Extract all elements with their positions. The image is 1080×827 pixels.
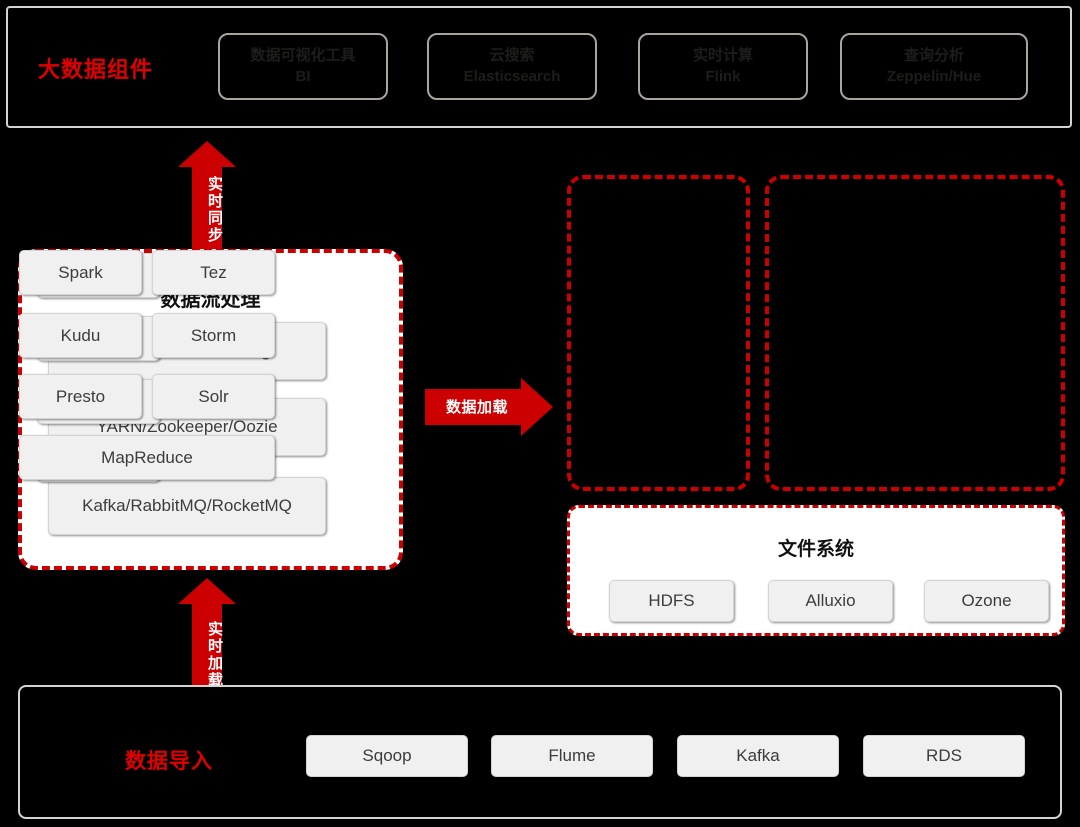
component-chip-subtitle: Flink [705,67,741,85]
filesystem-tile-1[interactable]: HDFS [609,580,734,622]
realtime-sync-arrow-label: 实时同步 [192,167,223,249]
ingestion-tile-1[interactable]: Sqoop [306,735,468,777]
component-chip-subtitle: Zeppelin/Hue [886,67,982,85]
component-chip-title: 数据可视化工具 [250,47,356,65]
component-chip-4[interactable]: 查询分析 Zeppelin/Hue [840,33,1028,100]
component-chip-1[interactable]: 数据可视化工具 BI [218,33,388,100]
compute-tile-3[interactable]: Kudu [19,313,142,358]
arrow-head-icon [521,378,553,436]
file-system-title: 文件系统 [777,539,854,560]
compute-engines-panel [765,175,1065,491]
component-chip-2[interactable]: 云搜索 Elasticsearch [427,33,597,100]
filesystem-tile-3[interactable]: Ozone [924,580,1049,622]
data-ingestion-label: 数据导入 [125,750,213,773]
arrow-head-icon [178,578,236,604]
component-chip-title: 云搜索 [489,47,535,65]
component-chip-subtitle: BI [295,67,311,85]
realtime-sync-arrow: 实时同步 [178,141,236,249]
compute-tile-6[interactable]: Solr [152,374,275,419]
compute-tile-2[interactable]: Tez [152,250,275,295]
ingestion-tile-2[interactable]: Flume [491,735,653,777]
arrow-head-icon [178,141,236,167]
big-data-components-label: 大数据组件 [38,57,154,82]
data-load-arrow-label: 数据加载 [445,399,508,416]
storage-components-panel [567,175,750,491]
compute-tile-5[interactable]: Presto [19,374,142,419]
data-load-arrow: 数据加载 [425,378,553,436]
component-chip-subtitle: Elasticsearch [463,67,561,85]
diagram-canvas: 大数据组件 实时同步 数据流处理 数据加载 文件系统 实时加载 数据导入 数据可… [0,0,1080,827]
component-chip-3[interactable]: 实时计算 Flink [638,33,808,100]
component-chip-title: 查询分析 [903,47,964,65]
realtime-load-arrow: 实时加载 [178,578,236,702]
stream-tile-3[interactable]: Kafka/RabbitMQ/RocketMQ [48,477,326,535]
compute-tile-4[interactable]: Storm [152,313,275,358]
component-chip-title: 实时计算 [692,47,753,65]
ingestion-tile-3[interactable]: Kafka [677,735,839,777]
filesystem-tile-2[interactable]: Alluxio [768,580,893,622]
ingestion-tile-4[interactable]: RDS [863,735,1025,777]
compute-tile-1[interactable]: Spark [19,250,142,295]
compute-tile-7[interactable]: MapReduce [19,435,275,480]
